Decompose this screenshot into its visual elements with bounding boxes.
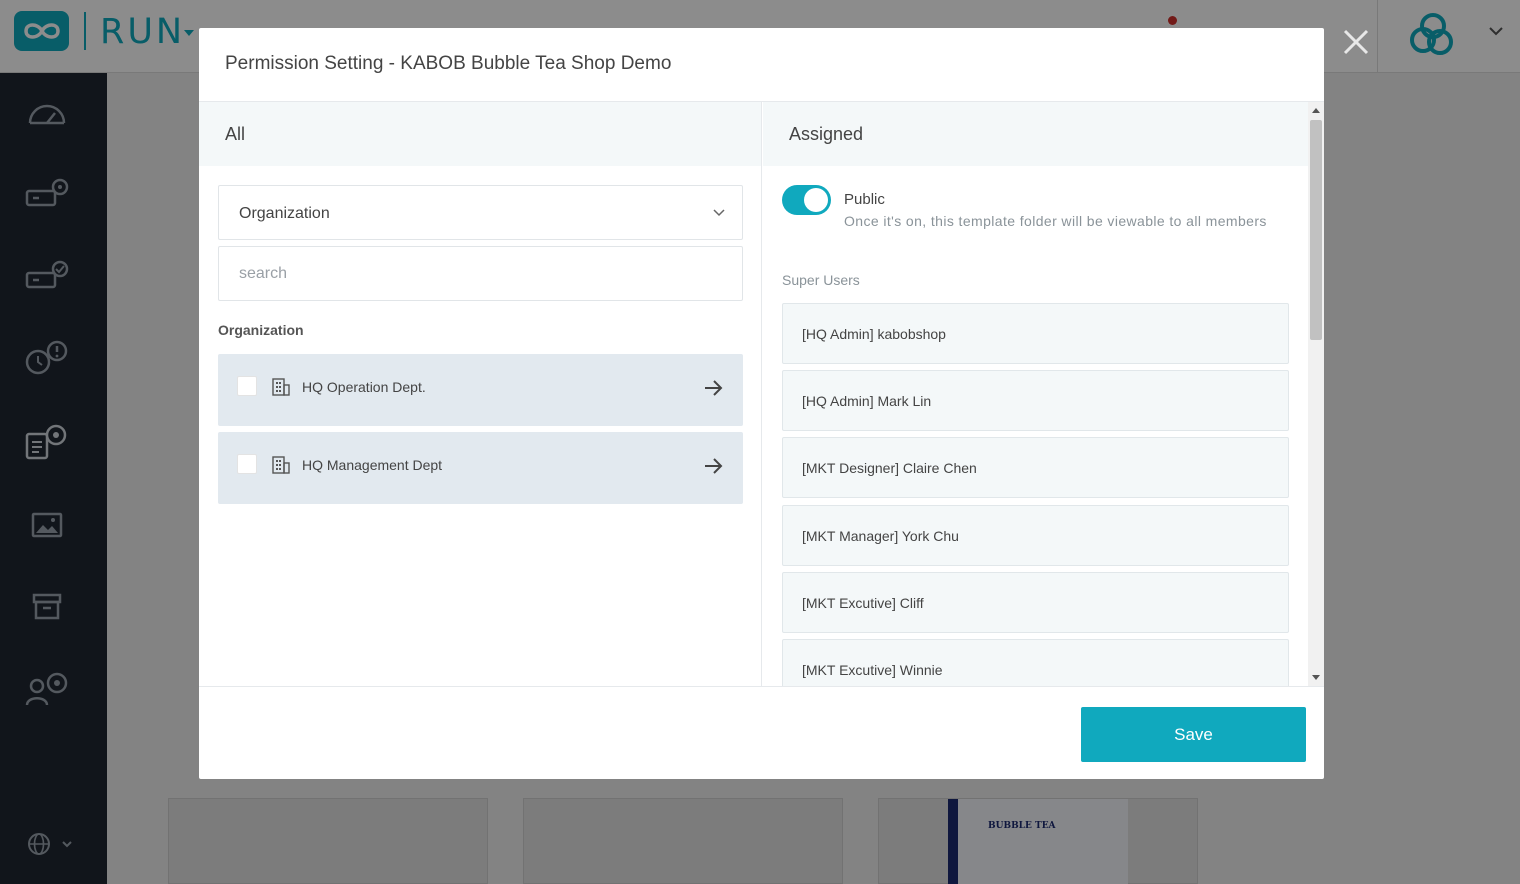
org-item-hq-management[interactable]: HQ Management Dept bbox=[218, 432, 743, 504]
toggle-knob bbox=[804, 188, 828, 212]
org-item-label: HQ Operation Dept. bbox=[302, 379, 426, 395]
close-icon[interactable] bbox=[1338, 24, 1374, 60]
user-label: [MKT Manager] York Chu bbox=[802, 528, 959, 544]
user-label: [HQ Admin] Mark Lin bbox=[802, 393, 932, 409]
organization-select[interactable]: Organization bbox=[218, 185, 743, 240]
public-label: Public bbox=[844, 191, 885, 208]
assigned-user-item[interactable]: [MKT Designer] Claire Chen bbox=[782, 437, 1289, 498]
checkbox[interactable] bbox=[237, 454, 257, 474]
scrollbar[interactable] bbox=[1308, 102, 1324, 686]
arrow-right-icon[interactable] bbox=[702, 377, 724, 404]
user-label: [MKT Excutive] Winnie bbox=[802, 662, 943, 678]
scrollbar-thumb[interactable] bbox=[1310, 120, 1322, 340]
assigned-heading: Assigned bbox=[789, 124, 864, 144]
super-users-label: Super Users bbox=[782, 272, 860, 288]
chevron-down-icon bbox=[712, 206, 726, 224]
save-button[interactable]: Save bbox=[1081, 707, 1306, 762]
assigned-user-item[interactable]: [HQ Admin] kabobshop bbox=[782, 303, 1289, 364]
user-label: [MKT Designer] Claire Chen bbox=[802, 460, 977, 476]
select-value: Organization bbox=[239, 205, 330, 222]
assigned-user-item[interactable]: [HQ Admin] Mark Lin bbox=[782, 370, 1289, 431]
assigned-user-item[interactable]: [MKT Manager] York Chu bbox=[782, 505, 1289, 566]
org-item-hq-operation[interactable]: HQ Operation Dept. bbox=[218, 354, 743, 426]
public-toggle[interactable] bbox=[782, 185, 831, 215]
all-panel-header: All bbox=[199, 102, 761, 166]
modal-header: Permission Setting - KABOB Bubble Tea Sh… bbox=[199, 28, 1324, 102]
user-label: [MKT Excutive] Cliff bbox=[802, 595, 924, 611]
search-input[interactable] bbox=[218, 246, 743, 301]
user-label: [HQ Admin] kabobshop bbox=[802, 326, 946, 342]
all-panel: All Organization Organization HQ Operati… bbox=[199, 102, 762, 686]
assigned-panel: Assigned Public Once it's on, this templ… bbox=[763, 102, 1308, 686]
scroll-down-arrow-icon[interactable] bbox=[1312, 675, 1320, 680]
organization-section-label: Organization bbox=[218, 322, 304, 338]
permission-setting-modal: Permission Setting - KABOB Bubble Tea Sh… bbox=[199, 28, 1324, 779]
assigned-user-item[interactable]: [MKT Excutive] Winnie bbox=[782, 639, 1289, 686]
modal-footer: Save bbox=[199, 686, 1324, 779]
building-icon bbox=[272, 378, 290, 401]
arrow-right-icon[interactable] bbox=[702, 455, 724, 482]
assigned-panel-header: Assigned bbox=[763, 102, 1308, 166]
checkbox[interactable] bbox=[237, 376, 257, 396]
all-heading: All bbox=[225, 124, 246, 144]
building-icon bbox=[272, 456, 290, 479]
assigned-user-item[interactable]: [MKT Excutive] Cliff bbox=[782, 572, 1289, 633]
public-description: Once it's on, this template folder will … bbox=[844, 213, 1267, 229]
modal-title: Permission Setting - KABOB Bubble Tea Sh… bbox=[225, 53, 672, 74]
org-item-label: HQ Management Dept bbox=[302, 457, 443, 473]
scroll-up-arrow-icon[interactable] bbox=[1312, 108, 1320, 113]
